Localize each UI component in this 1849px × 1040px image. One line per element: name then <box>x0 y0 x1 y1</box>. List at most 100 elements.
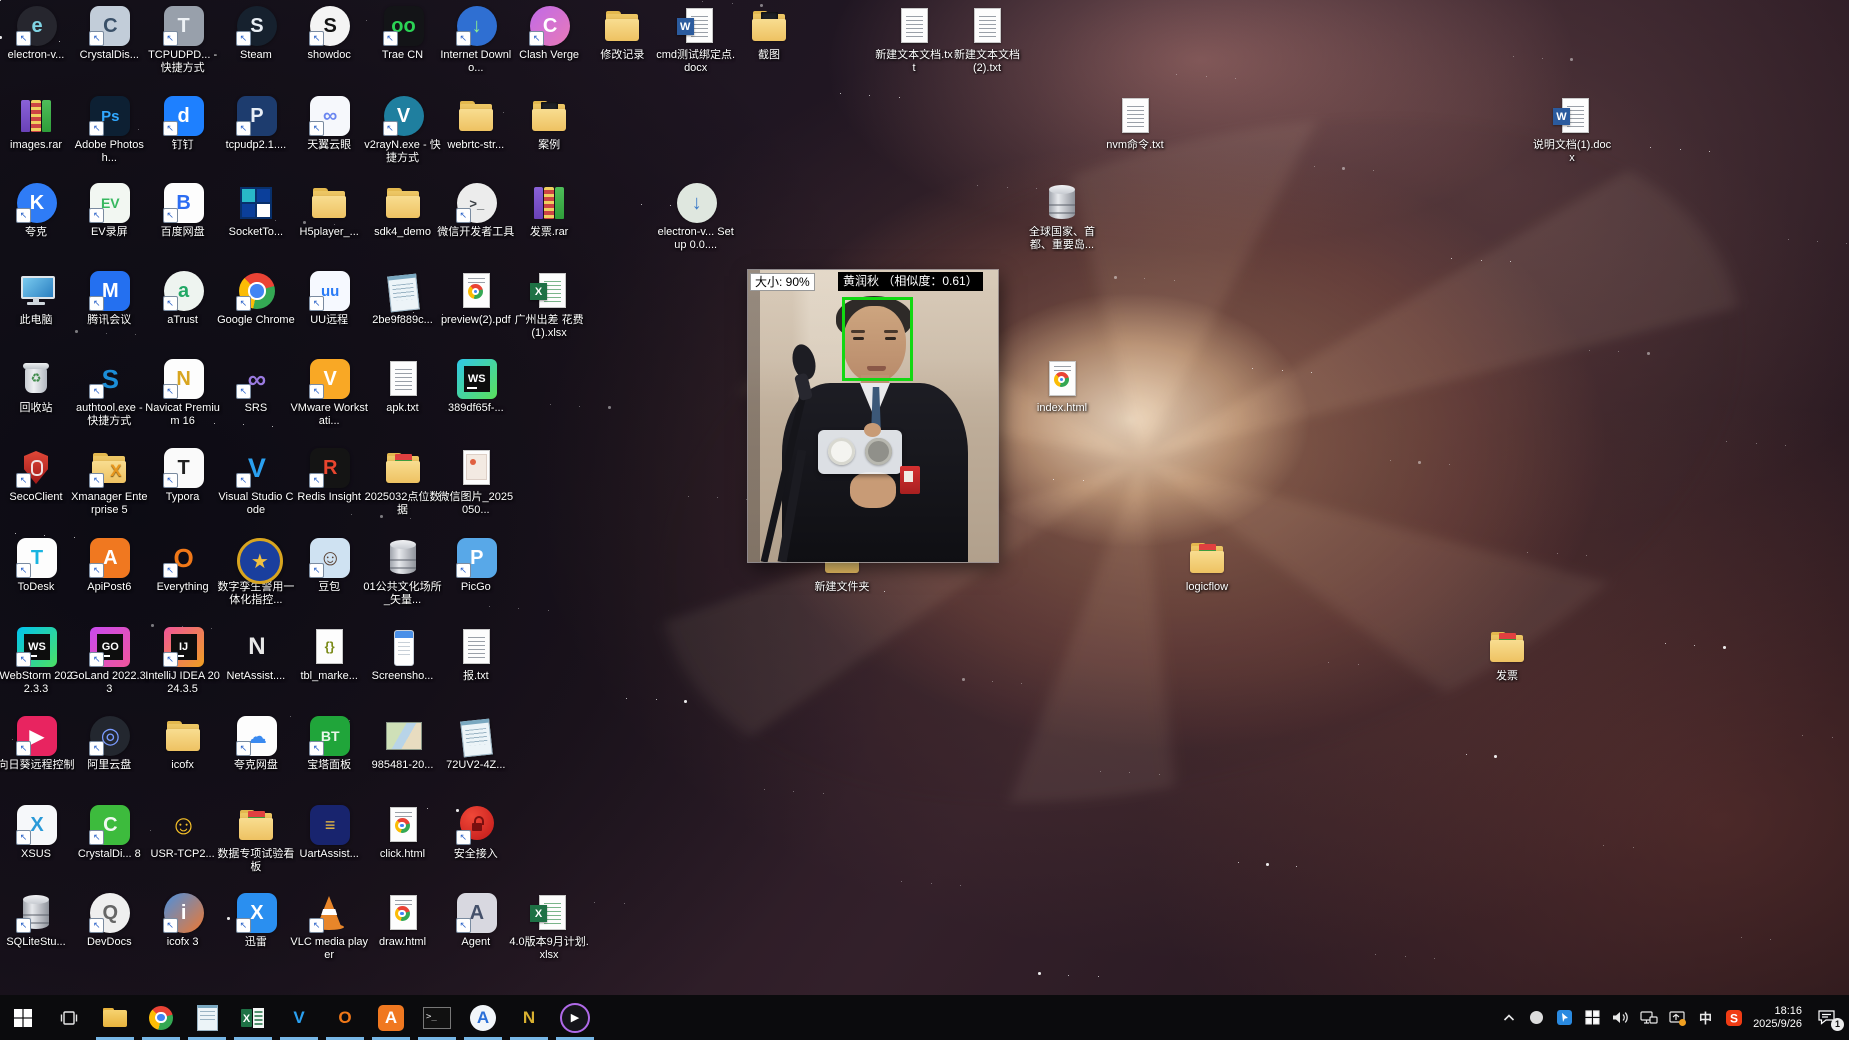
desktop-icon[interactable]: index.html <box>1022 358 1102 415</box>
taskbar-navicat-button[interactable]: N <box>506 995 552 1040</box>
desktop-icon[interactable]: B↖百度网盘 <box>143 182 223 239</box>
desktop-icon[interactable]: oo↖Trae CN <box>363 5 443 62</box>
desktop-icon[interactable]: Screensho... <box>363 626 443 683</box>
desktop-icon[interactable]: 新建文本文档(2).txt <box>947 5 1027 75</box>
taskbar-start-button[interactable] <box>0 995 46 1040</box>
desktop-icon[interactable]: X4.0版本9月计划.xlsx <box>509 892 589 962</box>
desktop-icon[interactable]: ↖安全接入 <box>436 804 516 861</box>
desktop-icon[interactable]: V↖VMware Workstati... <box>289 358 369 428</box>
desktop-icon[interactable]: ▶↖向日葵远程控制 <box>0 715 76 772</box>
tray-panes-icon[interactable] <box>1584 1008 1601 1028</box>
tray-app-circle-icon[interactable] <box>1528 1008 1545 1028</box>
image-viewer-window[interactable]: 黄润秋 （相似度：0.61） 大小: 90% <box>748 270 998 562</box>
desktop-icon[interactable]: ☁↖夸克网盘 <box>216 715 296 772</box>
desktop-icon[interactable]: 发票.rar <box>509 182 589 239</box>
desktop-icon[interactable]: IJ↖IntelliJ IDEA 2024.3.5 <box>143 626 223 696</box>
desktop-icon[interactable]: sdk4_demo <box>363 182 443 239</box>
desktop-icon[interactable]: ≡UartAssist... <box>289 804 369 861</box>
desktop-icon[interactable]: ☺↖豆包 <box>289 537 369 594</box>
desktop-icon[interactable]: S↖showdoc <box>289 5 369 62</box>
desktop-icon[interactable]: WS↖WebStorm 2022.3.3 <box>0 626 76 696</box>
desktop-icon[interactable]: 截图 <box>729 5 809 62</box>
desktop-icon[interactable]: d↖钉钉 <box>143 95 223 152</box>
desktop-icon[interactable]: M↖腾讯会议 <box>69 270 149 327</box>
desktop-icon[interactable]: e↖electron-v... <box>0 5 76 62</box>
taskbar-notepad-button[interactable] <box>184 995 230 1040</box>
desktop-icon[interactable]: S↖Steam <box>216 5 296 62</box>
desktop-icon[interactable]: 微信图片_2025050... <box>436 447 516 517</box>
desktop-icon[interactable]: C↖CrystalDis... <box>69 5 149 62</box>
desktop-icon[interactable]: 此电脑 <box>0 270 76 327</box>
desktop-icon[interactable]: A↖Agent <box>436 892 516 949</box>
taskbar-apipost-button[interactable]: A <box>368 995 414 1040</box>
desktop-icon[interactable]: NNetAssist.... <box>216 626 296 683</box>
taskbar-task-view-button[interactable] <box>46 995 92 1040</box>
desktop-icon[interactable]: Q↖DevDocs <box>69 892 149 949</box>
taskbar-file-explorer-button[interactable] <box>92 995 138 1040</box>
desktop-icon[interactable]: {}tbl_marke... <box>289 626 369 683</box>
desktop-icon[interactable]: X↖Xmanager Enterprise 5 <box>69 447 149 517</box>
desktop-icon[interactable]: BT↖宝塔面板 <box>289 715 369 772</box>
desktop-icon[interactable]: R↖Redis Insight <box>289 447 369 504</box>
desktop-icon[interactable]: ↓↖Internet Downlo... <box>436 5 516 75</box>
desktop-icon[interactable]: 2be9f889c... <box>363 270 443 327</box>
action-center-button[interactable]: 1 <box>1813 1006 1841 1030</box>
desktop-icon[interactable]: 2025032点位数据 <box>363 447 443 517</box>
desktop-icon[interactable]: images.rar <box>0 95 76 152</box>
tray-network-icon[interactable] <box>1640 1008 1658 1028</box>
desktop-icon[interactable]: webrtc-str... <box>436 95 516 152</box>
desktop-icon[interactable]: click.html <box>363 804 443 861</box>
desktop-icon[interactable]: Wcmd测试绑定点.docx <box>656 5 736 75</box>
tray-volume-icon[interactable] <box>1612 1008 1629 1028</box>
desktop-icon[interactable]: ★数字孪生警用一体化指控... <box>216 537 296 607</box>
desktop-icon[interactable]: P↖tcpudp2.1.... <box>216 95 296 152</box>
desktop-icon[interactable]: ↖Google Chrome <box>216 270 296 327</box>
desktop-icon[interactable]: EV↖EV录屏 <box>69 182 149 239</box>
desktop-icon[interactable]: i↖icofx 3 <box>143 892 223 949</box>
desktop-icon[interactable]: 报.txt <box>436 626 516 683</box>
desktop-icon[interactable]: ◎↖阿里云盘 <box>69 715 149 772</box>
desktop-icon[interactable]: 案例 <box>509 95 589 152</box>
desktop-icon[interactable]: V↖v2rayN.exe - 快捷方式 <box>363 95 443 165</box>
desktop-icon[interactable]: ∞↖天翼云眼 <box>289 95 369 152</box>
taskbar-vscode-button[interactable]: V <box>276 995 322 1040</box>
desktop-icon[interactable]: ☺USR-TCP2... <box>143 804 223 861</box>
desktop-icon[interactable]: a↖aTrust <box>143 270 223 327</box>
desktop-icon[interactable]: nvm命令.txt <box>1095 95 1175 152</box>
desktop-icon[interactable]: X↖迅雷 <box>216 892 296 949</box>
taskbar-media-player-button[interactable]: ▶ <box>552 995 598 1040</box>
desktop-icon[interactable]: X↖XSUS <box>0 804 76 861</box>
desktop-icon[interactable]: 新建文本文档.txt <box>874 5 954 75</box>
tray-expand-icon[interactable] <box>1500 1008 1517 1028</box>
tray-projection-icon[interactable] <box>1669 1008 1686 1028</box>
desktop-icon[interactable]: ↖SecoClient <box>0 447 76 504</box>
tray-sogou-icon[interactable]: S <box>1725 1008 1742 1028</box>
taskbar-excel-button[interactable]: X <box>230 995 276 1040</box>
desktop-icon[interactable]: logicflow <box>1167 537 1247 594</box>
desktop-icon[interactable]: uu↖UU远程 <box>289 270 369 327</box>
desktop-icon[interactable]: preview(2).pdf <box>436 270 516 327</box>
taskbar-cmd-button[interactable]: >_ <box>414 995 460 1040</box>
desktop-icon[interactable]: draw.html <box>363 892 443 949</box>
taskbar-chrome-button[interactable] <box>138 995 184 1040</box>
desktop-icon[interactable]: H5player_... <box>289 182 369 239</box>
desktop-icon[interactable]: P↖PicGo <box>436 537 516 594</box>
desktop-icon[interactable]: 发票 <box>1467 626 1547 683</box>
taskbar-clock[interactable]: 18:162025/9/26 <box>1753 1005 1802 1031</box>
desktop-icon[interactable]: 01公共文化场所_矢量... <box>363 537 443 607</box>
desktop-icon[interactable]: S↖authtool.exe - 快捷方式 <box>69 358 149 428</box>
desktop-icon[interactable]: ↖VLC media player <box>289 892 369 962</box>
desktop-icon[interactable]: ↖SQLiteStu... <box>0 892 76 949</box>
desktop-icon[interactable]: 修改记录 <box>582 5 662 62</box>
desktop-icon[interactable]: Ps↖Adobe Photosh... <box>69 95 149 165</box>
desktop-icon[interactable]: apk.txt <box>363 358 443 415</box>
desktop-icon[interactable]: V↖Visual Studio Code <box>216 447 296 517</box>
desktop-icon[interactable]: WS389df65f-... <box>436 358 516 415</box>
desktop-icon[interactable]: ♻回收站 <box>0 358 76 415</box>
desktop-icon[interactable]: C↖CrystalDi... 8 <box>69 804 149 861</box>
desktop-icon[interactable]: T↖Typora <box>143 447 223 504</box>
taskbar-atrust-button[interactable]: A <box>460 995 506 1040</box>
desktop-icon[interactable]: 数据专项试验看板 <box>216 804 296 874</box>
desktop-icon[interactable]: >_↖微信开发者工具 <box>436 182 516 239</box>
desktop-icon[interactable]: C↖Clash Verge <box>509 5 589 62</box>
